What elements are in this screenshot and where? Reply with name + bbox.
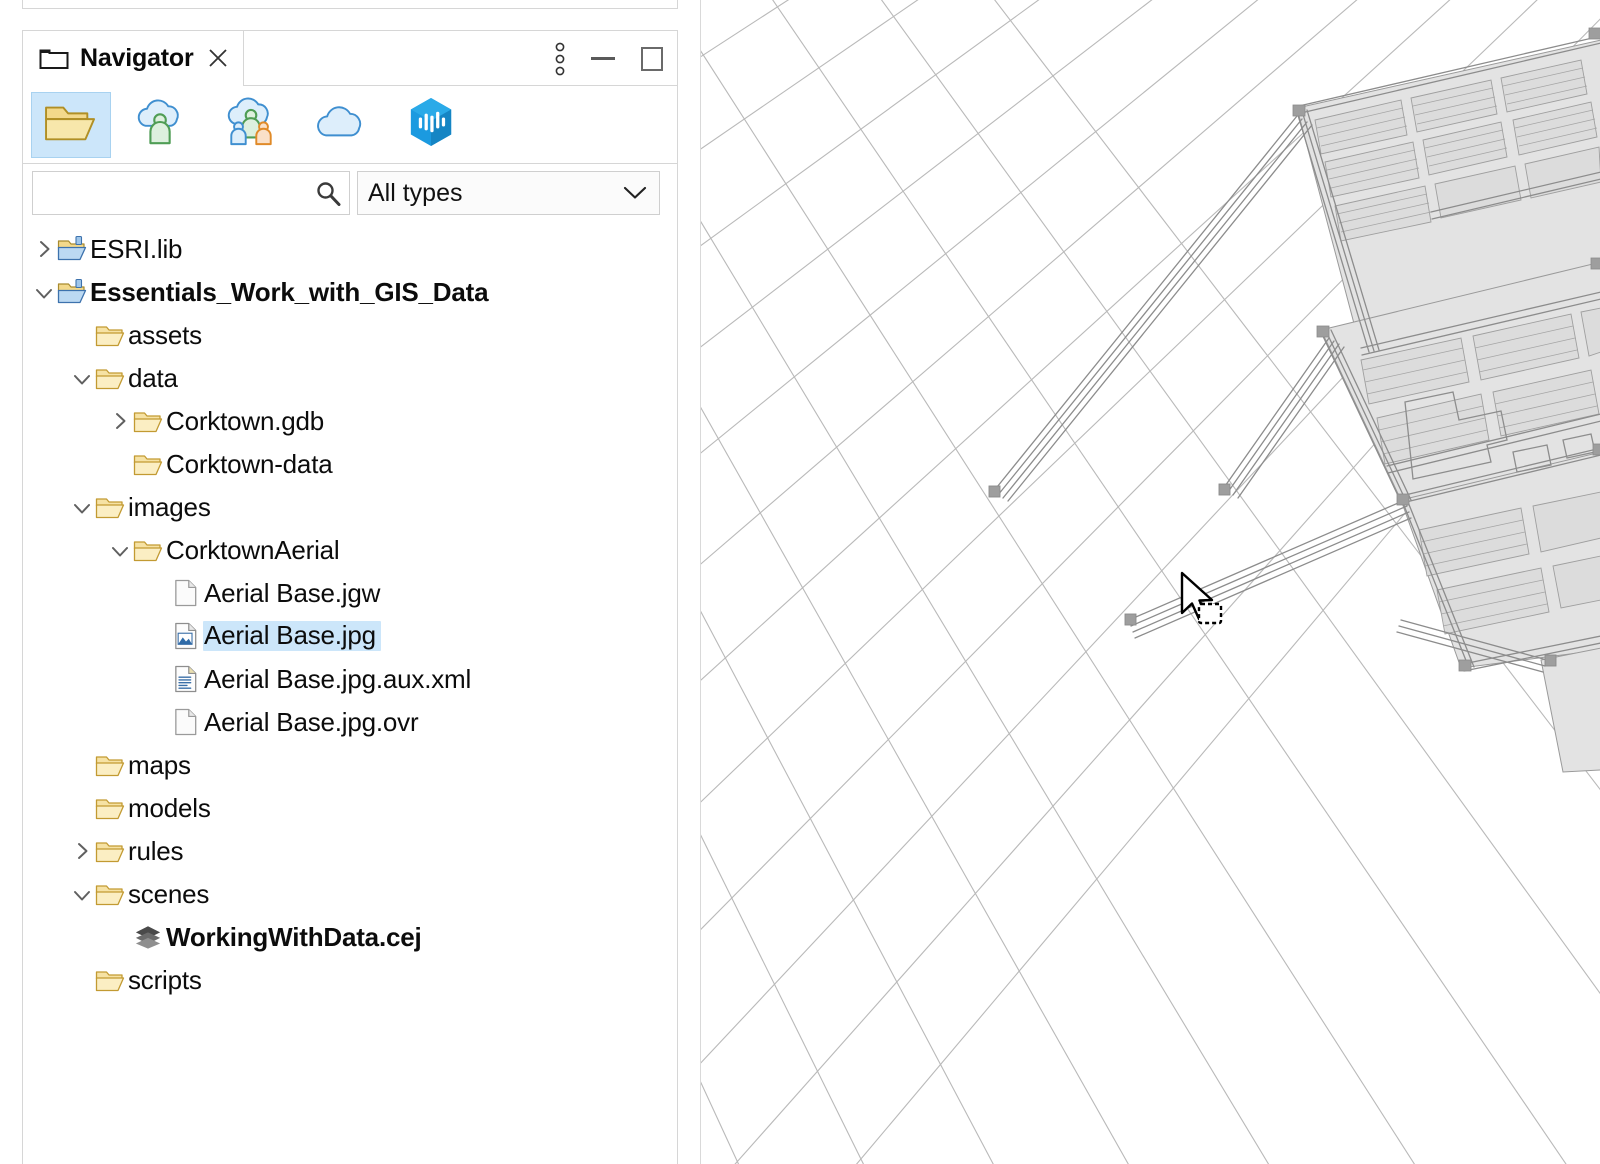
tree-row-label: models: [128, 795, 211, 821]
minimize-icon[interactable]: [591, 57, 615, 60]
tree-row-label: data: [128, 365, 178, 391]
chevron-down-icon[interactable]: [69, 881, 95, 907]
close-icon[interactable]: [207, 47, 229, 69]
toolbar-item-my-content[interactable]: [121, 92, 201, 158]
file-blank-icon: [171, 579, 201, 607]
tree-row[interactable]: Corktown-data: [23, 442, 677, 485]
tree-row-label: Essentials_Work_with_GIS_Data: [90, 279, 488, 305]
tree-row-label: rules: [128, 838, 183, 864]
tree-row-label: ESRI.lib: [90, 236, 182, 262]
folder-icon: [95, 794, 125, 822]
tree-row[interactable]: CorktownAerial: [23, 528, 677, 571]
folder-icon: [95, 880, 125, 908]
folder-icon: [133, 407, 163, 435]
tree-row[interactable]: maps: [23, 743, 677, 786]
project-folder-icon: [57, 278, 87, 306]
navigator-toolbar: [23, 86, 677, 164]
cityengine-window: Navigator: [0, 0, 1600, 1164]
tree-row-label: Aerial Base.jgw: [204, 580, 380, 606]
tree-row[interactable]: models: [23, 786, 677, 829]
tree-row[interactable]: Aerial Base.jpg: [23, 614, 677, 657]
tree-row-label: Aerial Base.jpg.ovr: [204, 709, 418, 735]
upper-panel-edge: [22, 0, 678, 9]
tree-row[interactable]: images: [23, 485, 677, 528]
tree-row[interactable]: Essentials_Work_with_GIS_Data: [23, 270, 677, 313]
project-folder-icon: [57, 235, 87, 263]
cloud-group-icon: [222, 97, 280, 152]
search-box[interactable]: [32, 171, 350, 215]
tree-row[interactable]: data: [23, 356, 677, 399]
folder-icon: [95, 966, 125, 994]
scene-render: [701, 0, 1600, 1164]
open-folder-icon: [42, 98, 100, 151]
kebab-menu-icon[interactable]: [555, 42, 565, 76]
folder-icon: [95, 837, 125, 865]
tree-row-label: CorktownAerial: [166, 537, 340, 563]
tree-row-label: assets: [128, 322, 202, 348]
tree-row[interactable]: Aerial Base.jpg.aux.xml: [23, 657, 677, 700]
folder-icon: [95, 751, 125, 779]
tab-label: Navigator: [80, 44, 194, 73]
toolbar-item-public-content[interactable]: [301, 92, 381, 158]
3d-scene-viewport[interactable]: [700, 0, 1600, 1164]
tree-row[interactable]: Aerial Base.jpg.ovr: [23, 700, 677, 743]
chevron-right-icon[interactable]: [31, 236, 57, 262]
tree-row-label: Corktown-data: [166, 451, 332, 477]
cloud-person-icon: [132, 97, 190, 152]
chevron-right-icon[interactable]: [107, 408, 133, 434]
tree-row[interactable]: rules: [23, 829, 677, 872]
living-atlas-icon: [407, 96, 455, 153]
navigator-tree[interactable]: ESRI.lib Essentials_Work_with_GIS_Dataass…: [23, 222, 677, 1164]
tree-row-label: Corktown.gdb: [166, 408, 324, 434]
folder-icon: [133, 536, 163, 564]
tree-row-label: maps: [128, 752, 191, 778]
folder-icon: [133, 450, 163, 478]
chevron-down-icon[interactable]: [31, 279, 57, 305]
tree-row[interactable]: WorkingWithData.cej: [23, 915, 677, 958]
tree-row-label: Aerial Base.jpg: [203, 621, 381, 651]
tree-row-label: images: [128, 494, 211, 520]
folder-icon: [95, 493, 125, 521]
tree-row[interactable]: Corktown.gdb: [23, 399, 677, 442]
search-row: All types: [23, 164, 677, 222]
toolbar-item-local-folder[interactable]: [31, 92, 111, 158]
tree-row-label: scenes: [128, 881, 209, 907]
tree-row[interactable]: ESRI.lib: [23, 227, 677, 270]
tree-row-label: WorkingWithData.cej: [166, 924, 422, 950]
tree-row[interactable]: Aerial Base.jgw: [23, 571, 677, 614]
type-filter-label: All types: [358, 181, 462, 206]
tree-row[interactable]: scenes: [23, 872, 677, 915]
file-image-icon: [171, 622, 201, 650]
file-blank-icon: [171, 708, 201, 736]
folder-icon: [95, 364, 125, 392]
tree-row[interactable]: assets: [23, 313, 677, 356]
maximize-icon[interactable]: [641, 47, 663, 71]
tree-row[interactable]: scripts: [23, 958, 677, 1001]
chevron-down-icon[interactable]: [69, 365, 95, 391]
tree-row-label: scripts: [128, 967, 202, 993]
search-input[interactable]: [33, 172, 349, 214]
chevron-down-icon[interactable]: [69, 494, 95, 520]
type-filter-select[interactable]: All types: [357, 171, 660, 215]
cloud-icon: [312, 101, 370, 148]
tab-navigator[interactable]: Navigator: [23, 31, 244, 86]
toolbar-item-living-atlas[interactable]: [391, 92, 471, 158]
chevron-down-icon[interactable]: [107, 537, 133, 563]
navigator-header: Navigator: [23, 31, 677, 86]
folder-outline-icon: [39, 46, 69, 70]
chevron-right-icon[interactable]: [69, 838, 95, 864]
scene-layers-icon: [133, 923, 163, 951]
navigator-panel: Navigator: [22, 30, 678, 1164]
tree-row-label: Aerial Base.jpg.aux.xml: [204, 666, 471, 692]
folder-icon: [95, 321, 125, 349]
file-xml-icon: [171, 665, 201, 693]
toolbar-item-shared-content[interactable]: [211, 92, 291, 158]
chevron-down-icon: [623, 186, 647, 200]
header-tool-buttons: [555, 31, 663, 86]
